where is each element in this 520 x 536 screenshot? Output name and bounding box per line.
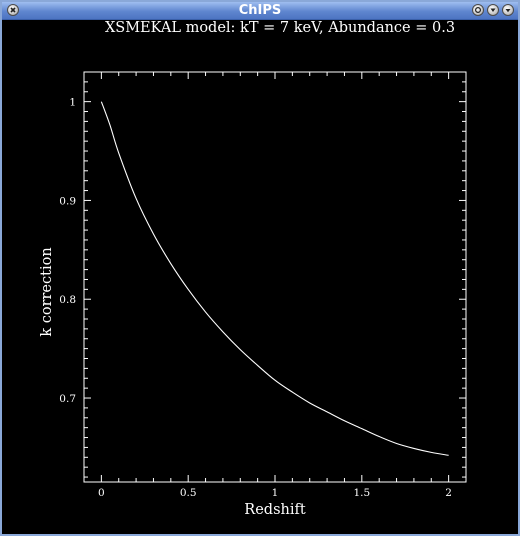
menu-icon[interactable]	[502, 4, 514, 16]
x-tick-label: 0.5	[180, 487, 197, 499]
title-bar[interactable]: ChIPS	[2, 2, 518, 20]
chips-window: ChIPS XSMEKAL model: kT = 7 keV, Abundan…	[0, 0, 520, 536]
window-title: ChIPS	[238, 3, 282, 18]
x-tick-label: 2	[445, 487, 452, 499]
chart-area: XSMEKAL model: kT = 7 keV, Abundance = 0…	[39, 20, 467, 518]
x-tick-label: 0	[98, 487, 105, 499]
y-tick-label: 0.9	[59, 195, 76, 207]
y-tick-label: 0.7	[59, 393, 76, 405]
x-axis-label: Redshift	[244, 502, 306, 518]
y-axis-label: k correction	[39, 247, 55, 336]
maximize-icon[interactable]	[472, 4, 484, 16]
dropdown-icon[interactable]	[487, 4, 499, 16]
series-line	[100, 101, 449, 456]
plot-frame	[83, 71, 467, 483]
x-tick-label: 1.5	[353, 487, 370, 499]
y-tick-label: 0.8	[59, 294, 76, 306]
x-tick-label: 1	[272, 487, 279, 499]
y-tick-label: 1	[69, 97, 76, 109]
chart-title: XSMEKAL model: kT = 7 keV, Abundance = 0…	[105, 20, 455, 36]
